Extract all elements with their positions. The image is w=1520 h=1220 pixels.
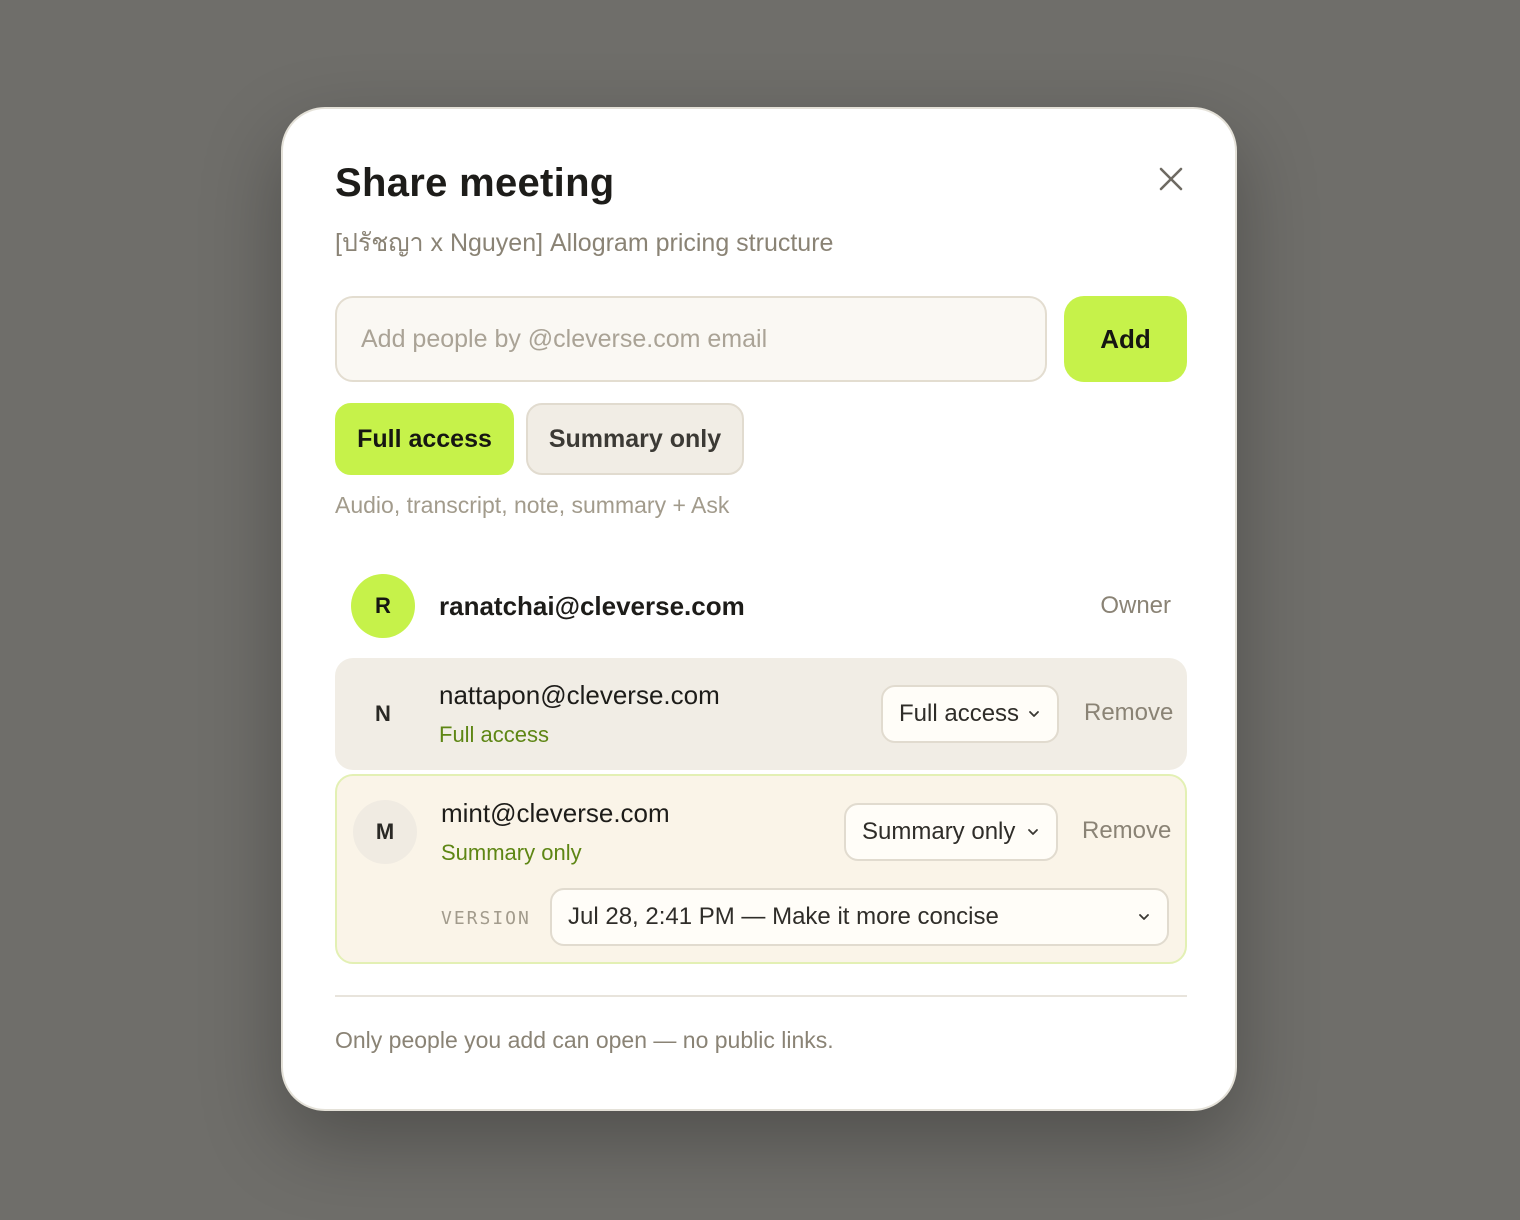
member-row: M mint@cleverse.com Summary only Summary… [335, 774, 1187, 964]
remove-button[interactable]: Remove [1082, 817, 1171, 845]
version-label: VERSION [441, 908, 531, 929]
close-icon[interactable] [1155, 163, 1187, 195]
chevron-down-icon [1029, 711, 1039, 717]
privacy-note: Only people you add can open — no public… [335, 1027, 834, 1053]
summary-only-option[interactable]: Summary only [526, 403, 744, 475]
email-input[interactable] [335, 296, 1047, 382]
meeting-name: [ปรัชญา x Nguyen] Allogram pricing struc… [335, 229, 834, 257]
chevron-down-icon [1028, 829, 1038, 835]
share-meeting-dialog: Share meeting [ปรัชญา x Nguyen] Allogram… [281, 107, 1237, 1111]
access-dropdown[interactable]: Summary only [844, 803, 1058, 861]
version-dropdown-value: Jul 28, 2:41 PM — Make it more concise [568, 903, 999, 930]
version-dropdown[interactable]: Jul 28, 2:41 PM — Make it more concise [550, 888, 1169, 946]
dialog-title: Share meeting [335, 161, 615, 205]
member-email: nattapon@cleverse.com [439, 680, 720, 710]
add-button[interactable]: Add [1064, 296, 1187, 382]
avatar: R [351, 574, 415, 638]
owner-role-label: Owner [1100, 592, 1171, 619]
owner-email: ranatchai@cleverse.com [439, 591, 745, 621]
chevron-down-icon [1139, 914, 1149, 920]
full-access-option[interactable]: Full access [335, 403, 514, 475]
member-email: mint@cleverse.com [441, 798, 670, 828]
member-access-label: Summary only [441, 840, 582, 865]
owner-row: R ranatchai@cleverse.com Owner [335, 571, 1187, 641]
avatar: M [353, 800, 417, 864]
remove-button[interactable]: Remove [1084, 699, 1173, 727]
access-dropdown-value: Full access [899, 700, 1020, 727]
avatar: N [375, 701, 391, 726]
member-access-label: Full access [439, 722, 550, 747]
access-dropdown[interactable]: Full access [881, 685, 1059, 743]
access-dropdown-value: Summary only [862, 818, 1016, 845]
member-row: N nattapon@cleverse.com Full access Full… [335, 658, 1187, 770]
access-description: Audio, transcript, note, summary + Ask [335, 492, 730, 518]
divider [335, 995, 1187, 997]
